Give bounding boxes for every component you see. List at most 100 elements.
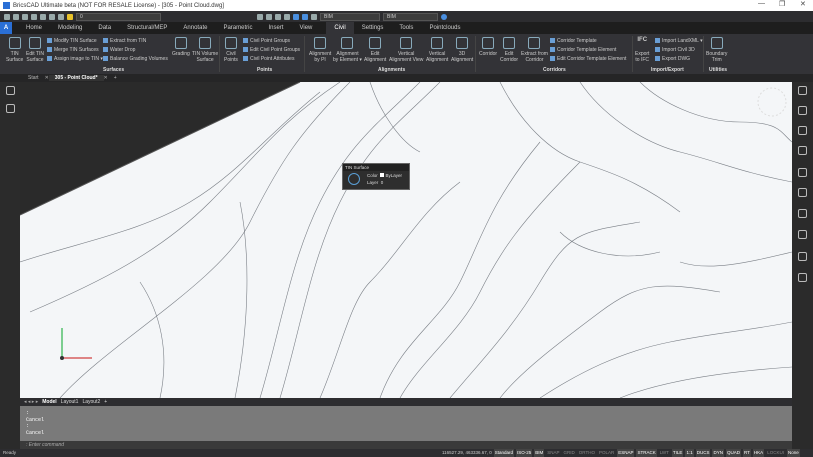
layer-bulb-icon[interactable]: [67, 13, 73, 20]
tool-icon[interactable]: [284, 13, 290, 20]
extract-from-corridor-button[interactable]: Extract from Corridor: [521, 37, 548, 63]
tab-view[interactable]: View: [291, 22, 320, 34]
status-toggle-strack[interactable]: STRACK: [636, 449, 657, 457]
civil-points-button[interactable]: Civil Points: [224, 37, 238, 63]
boundary-trim-button[interactable]: Boundary Trim: [706, 37, 727, 63]
cloud-icon[interactable]: [798, 252, 807, 261]
undo-icon[interactable]: [49, 13, 55, 20]
3d-alignment-button[interactable]: 3D Alignment: [451, 37, 473, 63]
import-landxml-button[interactable]: Import LandXML ▾: [655, 38, 703, 44]
structure-icon[interactable]: [798, 188, 807, 197]
corridor-template-button[interactable]: Corridor Template: [550, 38, 597, 44]
new-tab-button[interactable]: +: [108, 75, 123, 81]
status-toggle-lwt[interactable]: LWT: [659, 449, 670, 457]
new-icon[interactable]: [4, 13, 10, 20]
print-icon[interactable]: [40, 13, 46, 20]
close-button[interactable]: ✕: [800, 0, 806, 8]
edit-corridor-template-element-button[interactable]: Edit Corridor Template Element: [550, 56, 626, 62]
export-to-ifc-button[interactable]: IFC Export to IFC: [635, 37, 649, 63]
tab-annotate[interactable]: Annotate: [175, 22, 215, 34]
tab-home[interactable]: Home: [18, 22, 50, 34]
status-toggle-none[interactable]: None: [786, 449, 800, 457]
edit-tin-surface-button[interactable]: Edit TIN Surface: [26, 37, 44, 63]
tool-icon[interactable]: [275, 13, 281, 20]
status-toggle-ortho[interactable]: ORTHO: [578, 449, 596, 457]
edit-alignment-button[interactable]: Edit Alignment: [364, 37, 386, 63]
civil-point-attributes-button[interactable]: Civil Point Attributes: [243, 56, 294, 62]
save-icon[interactable]: [22, 13, 28, 20]
status-toggle-grid[interactable]: GRID: [563, 449, 576, 457]
status-toggle-lockui[interactable]: LOCKUI: [766, 449, 785, 457]
stack-icon[interactable]: [798, 209, 807, 218]
status-toggle-iso25[interactable]: ISO-25: [515, 449, 533, 457]
assign-image-button[interactable]: Assign image to TIN ▾: [47, 56, 103, 62]
balance-grading-button[interactable]: Balance Grading Volumes: [103, 56, 168, 62]
corridor-button[interactable]: Corridor: [479, 37, 497, 57]
status-toggle-dyn[interactable]: DYN: [712, 449, 724, 457]
tab-insert[interactable]: Insert: [260, 22, 291, 34]
tab-layout2[interactable]: Layout2: [82, 399, 100, 405]
tips-icon[interactable]: [798, 86, 807, 95]
status-toggle-polar[interactable]: POLAR: [598, 449, 615, 457]
edit-civil-point-groups-button[interactable]: Edit Civil Point Groups: [243, 47, 300, 53]
bim-icon[interactable]: [798, 230, 807, 239]
tab-tools[interactable]: Tools: [391, 22, 421, 34]
tab-data[interactable]: Data: [90, 22, 119, 34]
export-dwg-button[interactable]: Export DWG: [655, 56, 690, 62]
doc-tab-start[interactable]: Start: [22, 75, 45, 81]
tool-icon[interactable]: [311, 13, 317, 20]
status-toggle-rt[interactable]: RT: [743, 449, 751, 457]
add-layout-button[interactable]: +: [104, 399, 107, 405]
pin-icon[interactable]: [798, 126, 807, 135]
saveas-icon[interactable]: [31, 13, 37, 20]
status-toggle-esnap[interactable]: ESNAP: [617, 449, 635, 457]
doc-tab-point-cloud[interactable]: 305 - Point Cloud*: [48, 75, 104, 81]
layers-icon[interactable]: [798, 146, 807, 155]
layer-dropdown[interactable]: 0: [76, 12, 161, 21]
vertical-alignment-button[interactable]: Vertical Alignment: [426, 37, 448, 63]
tab-settings[interactable]: Settings: [354, 22, 392, 34]
home-icon[interactable]: [6, 86, 15, 95]
grading-button[interactable]: Grading: [172, 37, 190, 57]
tab-civil[interactable]: Civil: [326, 22, 354, 34]
status-toggle-11[interactable]: 1:1: [685, 449, 694, 457]
properties-icon[interactable]: [798, 106, 807, 115]
star-icon[interactable]: [798, 273, 807, 282]
app-menu-button[interactable]: A: [0, 22, 12, 34]
command-input[interactable]: : Enter command: [20, 441, 792, 449]
view-icon[interactable]: [302, 13, 308, 20]
tool-icon[interactable]: [257, 13, 263, 20]
import-civil3d-button[interactable]: Import Civil 3D: [655, 47, 695, 53]
alignment-by-pi-button[interactable]: Alignment by PI: [309, 37, 331, 63]
status-toggle-ducs[interactable]: DUCS: [695, 449, 711, 457]
tab-structural-mep[interactable]: Structural/MEP: [119, 22, 175, 34]
status-toggle-bim[interactable]: BIM: [534, 449, 545, 457]
status-toggle-snap[interactable]: SNAP: [546, 449, 560, 457]
open-icon[interactable]: [13, 13, 19, 20]
vertical-alignment-view-button[interactable]: Vertical Alignment View: [389, 37, 423, 63]
corridor-template-element-button[interactable]: Corridor Template Element: [550, 47, 616, 53]
tin-surface-button[interactable]: TIN Surface: [6, 37, 23, 63]
view-icon[interactable]: [293, 13, 299, 20]
status-toggle-hka[interactable]: HKA: [752, 449, 765, 457]
help-icon[interactable]: [441, 13, 447, 20]
status-toggle-standard[interactable]: Standard: [493, 449, 514, 457]
structure-icon[interactable]: [6, 104, 15, 113]
redo-icon[interactable]: [58, 13, 64, 20]
tab-model[interactable]: Model: [42, 399, 56, 405]
workspace-dropdown[interactable]: BIM: [320, 12, 380, 21]
tab-layout1[interactable]: Layout1: [61, 399, 79, 405]
civil-point-groups-button[interactable]: Civil Point Groups: [243, 38, 290, 44]
tin-volume-button[interactable]: TIN Volume Surface: [192, 37, 218, 63]
tab-parametric[interactable]: Parametric: [215, 22, 260, 34]
modify-tin-button[interactable]: Modify TIN Surface: [47, 38, 97, 44]
library-icon[interactable]: [798, 168, 807, 177]
drawing-viewport[interactable]: [20, 82, 792, 398]
edit-corridor-button[interactable]: Edit Corridor: [500, 37, 518, 63]
visual-style-dropdown[interactable]: BIM: [383, 12, 438, 21]
tab-modeling[interactable]: Modeling: [50, 22, 90, 34]
alignment-by-element-button[interactable]: Alignment by Element ▾: [333, 37, 362, 63]
merge-tin-button[interactable]: Merge TIN Surfaces: [47, 47, 99, 53]
maximize-button[interactable]: ❐: [779, 0, 785, 8]
tab-pointclouds[interactable]: Pointclouds: [421, 22, 468, 34]
